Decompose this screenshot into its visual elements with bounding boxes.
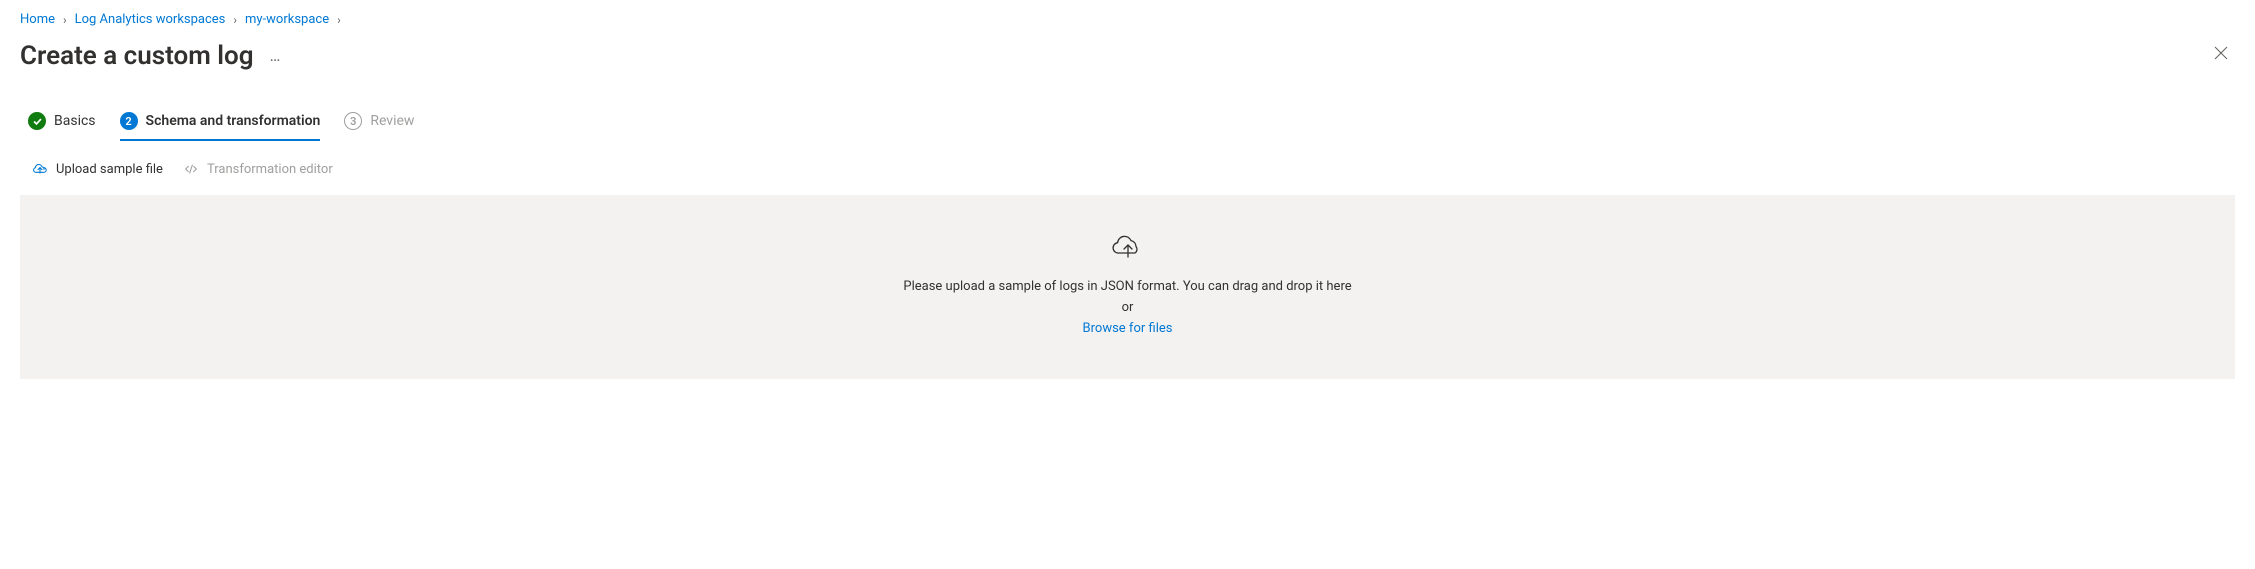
tab-label: Review	[370, 113, 414, 129]
dropzone-instruction: Please upload a sample of logs in JSON f…	[903, 277, 1351, 298]
wizard-tabs: Basics 2 Schema and transformation 3 Rev…	[20, 104, 2235, 141]
upload-dropzone[interactable]: Please upload a sample of logs in JSON f…	[20, 195, 2235, 379]
subtab-label: Upload sample file	[56, 162, 163, 177]
subtab-upload-sample-file[interactable]: Upload sample file	[32, 157, 163, 181]
close-button[interactable]	[2207, 39, 2235, 72]
page-title: Create a custom log	[20, 41, 254, 71]
more-icon[interactable]: …	[266, 42, 286, 69]
close-icon	[2213, 45, 2229, 61]
subtabs: Upload sample file Transformation editor	[20, 157, 2235, 181]
tab-basics[interactable]: Basics	[28, 104, 96, 140]
tab-label: Schema and transformation	[146, 113, 321, 129]
title-row: Create a custom log …	[20, 39, 2235, 72]
tab-review: 3 Review	[344, 104, 414, 140]
tab-label: Basics	[54, 113, 96, 129]
breadcrumb: Home › Log Analytics workspaces › my-wor…	[20, 12, 2235, 27]
breadcrumb-link-home[interactable]: Home	[20, 12, 55, 27]
step-number-icon: 2	[120, 112, 138, 130]
tab-schema-and-transformation[interactable]: 2 Schema and transformation	[120, 104, 321, 140]
chevron-right-icon: ›	[337, 13, 341, 27]
subtab-transformation-editor: Transformation editor	[183, 157, 333, 181]
chevron-right-icon: ›	[233, 13, 237, 27]
breadcrumb-link-my-workspace[interactable]: my-workspace	[245, 12, 329, 27]
browse-for-files-link[interactable]: Browse for files	[1083, 321, 1173, 336]
cloud-upload-icon	[32, 161, 48, 177]
step-number-icon: 3	[344, 112, 362, 130]
checkmark-circle-icon	[28, 112, 46, 130]
chevron-right-icon: ›	[63, 13, 67, 27]
cloud-upload-icon	[1112, 235, 1144, 263]
code-icon	[183, 161, 199, 177]
breadcrumb-link-workspaces[interactable]: Log Analytics workspaces	[75, 12, 226, 27]
dropzone-or-text: or	[903, 298, 1351, 319]
subtab-label: Transformation editor	[207, 162, 333, 177]
